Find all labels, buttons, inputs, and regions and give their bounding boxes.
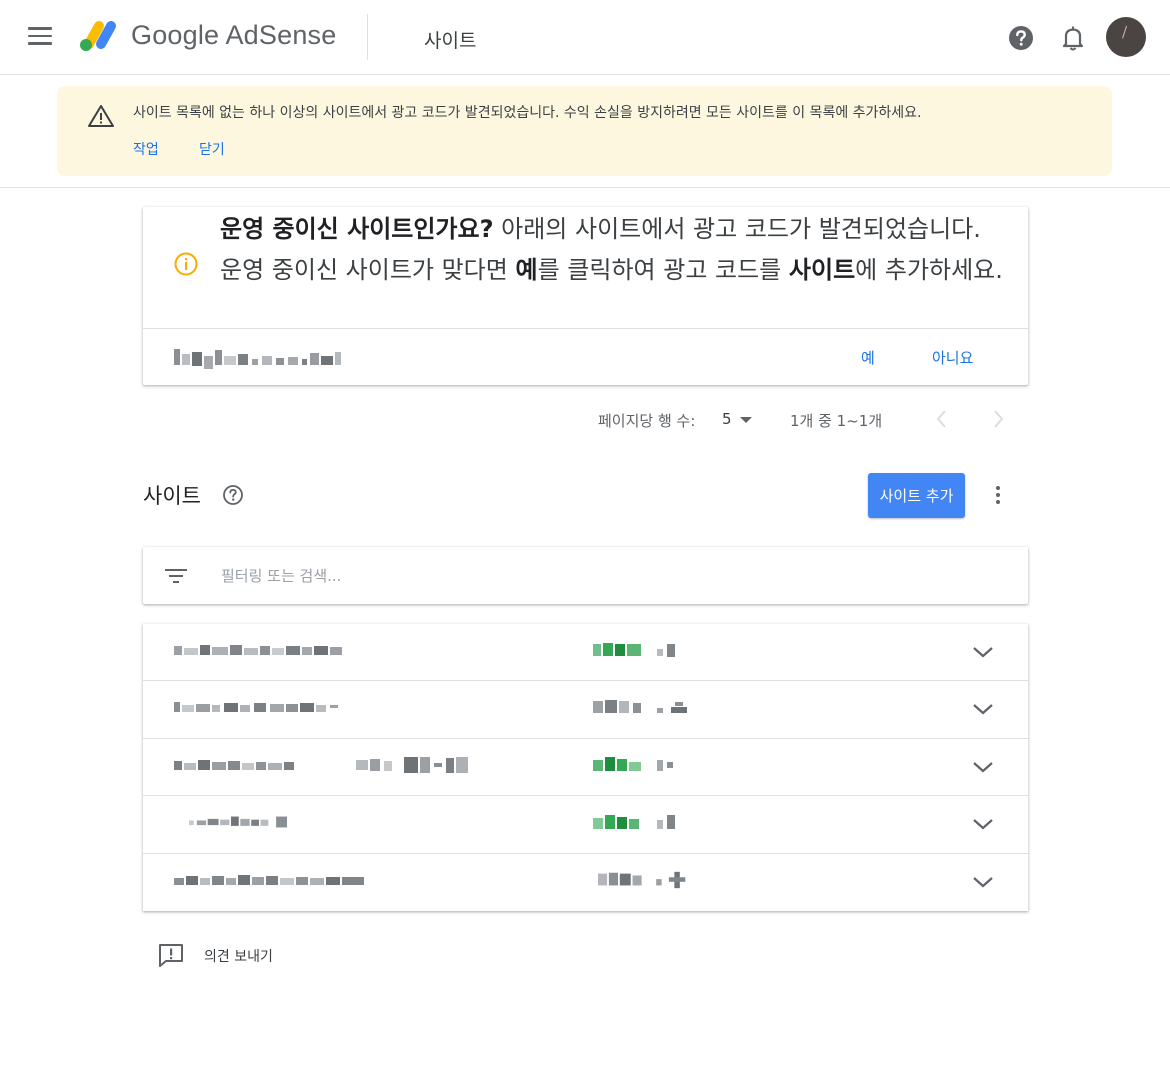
redacted-site-detail bbox=[356, 756, 468, 773]
sites-heading: 사이트 bbox=[143, 484, 201, 508]
page-title: 사이트 bbox=[424, 30, 477, 52]
banner-message: 사이트 목록에 없는 하나 이상의 사이트에서 광고 코드가 발견되었습니다. … bbox=[133, 105, 922, 121]
rows-per-page-label: 페이지당 행 수: bbox=[598, 412, 696, 430]
avatar[interactable] bbox=[1106, 17, 1146, 57]
brand-name[interactable]: Google AdSense bbox=[131, 20, 336, 51]
filter-bar bbox=[143, 547, 1028, 604]
site-status-badge bbox=[593, 756, 673, 771]
chevron-down-icon[interactable] bbox=[971, 701, 995, 717]
caret-down-icon bbox=[739, 416, 752, 423]
bell-icon[interactable] bbox=[1060, 24, 1086, 52]
table-row[interactable] bbox=[143, 624, 1028, 682]
pagination-range: 1개 중 1~1개 bbox=[790, 412, 883, 430]
banner-separator bbox=[0, 187, 1170, 188]
site-status-badge bbox=[598, 871, 686, 888]
warning-icon bbox=[88, 105, 114, 127]
help-icon[interactable] bbox=[1008, 25, 1034, 51]
rows-per-page-value: 5 bbox=[722, 410, 732, 428]
site-status-badge bbox=[593, 700, 687, 714]
redacted-site-name bbox=[174, 702, 338, 713]
yes-button[interactable]: 예 bbox=[861, 347, 875, 368]
chevron-down-icon[interactable] bbox=[971, 644, 995, 660]
redacted-site-domain bbox=[174, 349, 341, 369]
redacted-site-name bbox=[174, 759, 294, 770]
table-row[interactable] bbox=[143, 739, 1028, 797]
banner-close-link[interactable]: 닫기 bbox=[199, 139, 225, 159]
redacted-site-name bbox=[189, 816, 287, 828]
banner-action-link[interactable]: 작업 bbox=[133, 139, 159, 159]
table-row[interactable] bbox=[143, 681, 1028, 739]
info-text-3: 에 추가하세요. bbox=[855, 256, 1003, 284]
unverified-site-message: 운영 중이신 사이트인가요? 아래의 사이트에서 광고 코드가 발견되었습니다.… bbox=[220, 209, 1010, 291]
feedback-icon bbox=[159, 944, 183, 967]
site-status-badge bbox=[593, 643, 675, 657]
sites-table bbox=[143, 624, 1028, 911]
menu-icon[interactable] bbox=[28, 27, 52, 47]
top-app-bar: Google AdSense 사이트 bbox=[0, 0, 1170, 75]
chevron-down-icon[interactable] bbox=[971, 874, 995, 890]
info-heading: 운영 중이신 사이트인가요? bbox=[220, 215, 494, 243]
table-row[interactable] bbox=[143, 854, 1028, 911]
chevron-down-icon[interactable] bbox=[971, 816, 995, 832]
add-site-button[interactable]: 사이트 추가 bbox=[868, 473, 965, 518]
card-divider bbox=[143, 328, 1028, 329]
info-icon bbox=[174, 252, 198, 276]
chevron-left-icon[interactable] bbox=[930, 406, 954, 432]
chevron-right-icon[interactable] bbox=[986, 406, 1010, 432]
table-row[interactable] bbox=[143, 796, 1028, 854]
redacted-site-name bbox=[174, 645, 342, 655]
site-status-badge bbox=[593, 815, 675, 830]
info-bold-site: 사이트 bbox=[788, 256, 856, 284]
warning-banner: 사이트 목록에 없는 하나 이상의 사이트에서 광고 코드가 발견되었습니다. … bbox=[57, 86, 1112, 176]
adsense-logo-icon[interactable] bbox=[78, 17, 120, 53]
rows-per-page-select[interactable]: 5 bbox=[722, 410, 752, 428]
filter-icon[interactable] bbox=[165, 567, 187, 585]
no-button[interactable]: 아니요 bbox=[932, 347, 973, 368]
info-bold-yes: 예 bbox=[515, 256, 538, 284]
more-vert-icon[interactable] bbox=[988, 483, 1008, 509]
redacted-site-name bbox=[174, 874, 364, 885]
header-divider bbox=[367, 14, 368, 60]
search-input[interactable] bbox=[221, 562, 821, 590]
unverified-site-card: 운영 중이신 사이트인가요? 아래의 사이트에서 광고 코드가 발견되었습니다.… bbox=[143, 207, 1028, 385]
feedback-label: 의견 보내기 bbox=[204, 949, 273, 965]
info-text-2: 를 클릭하여 광고 코드를 bbox=[537, 256, 789, 284]
chevron-down-icon[interactable] bbox=[971, 759, 995, 775]
help-icon[interactable] bbox=[222, 484, 244, 506]
